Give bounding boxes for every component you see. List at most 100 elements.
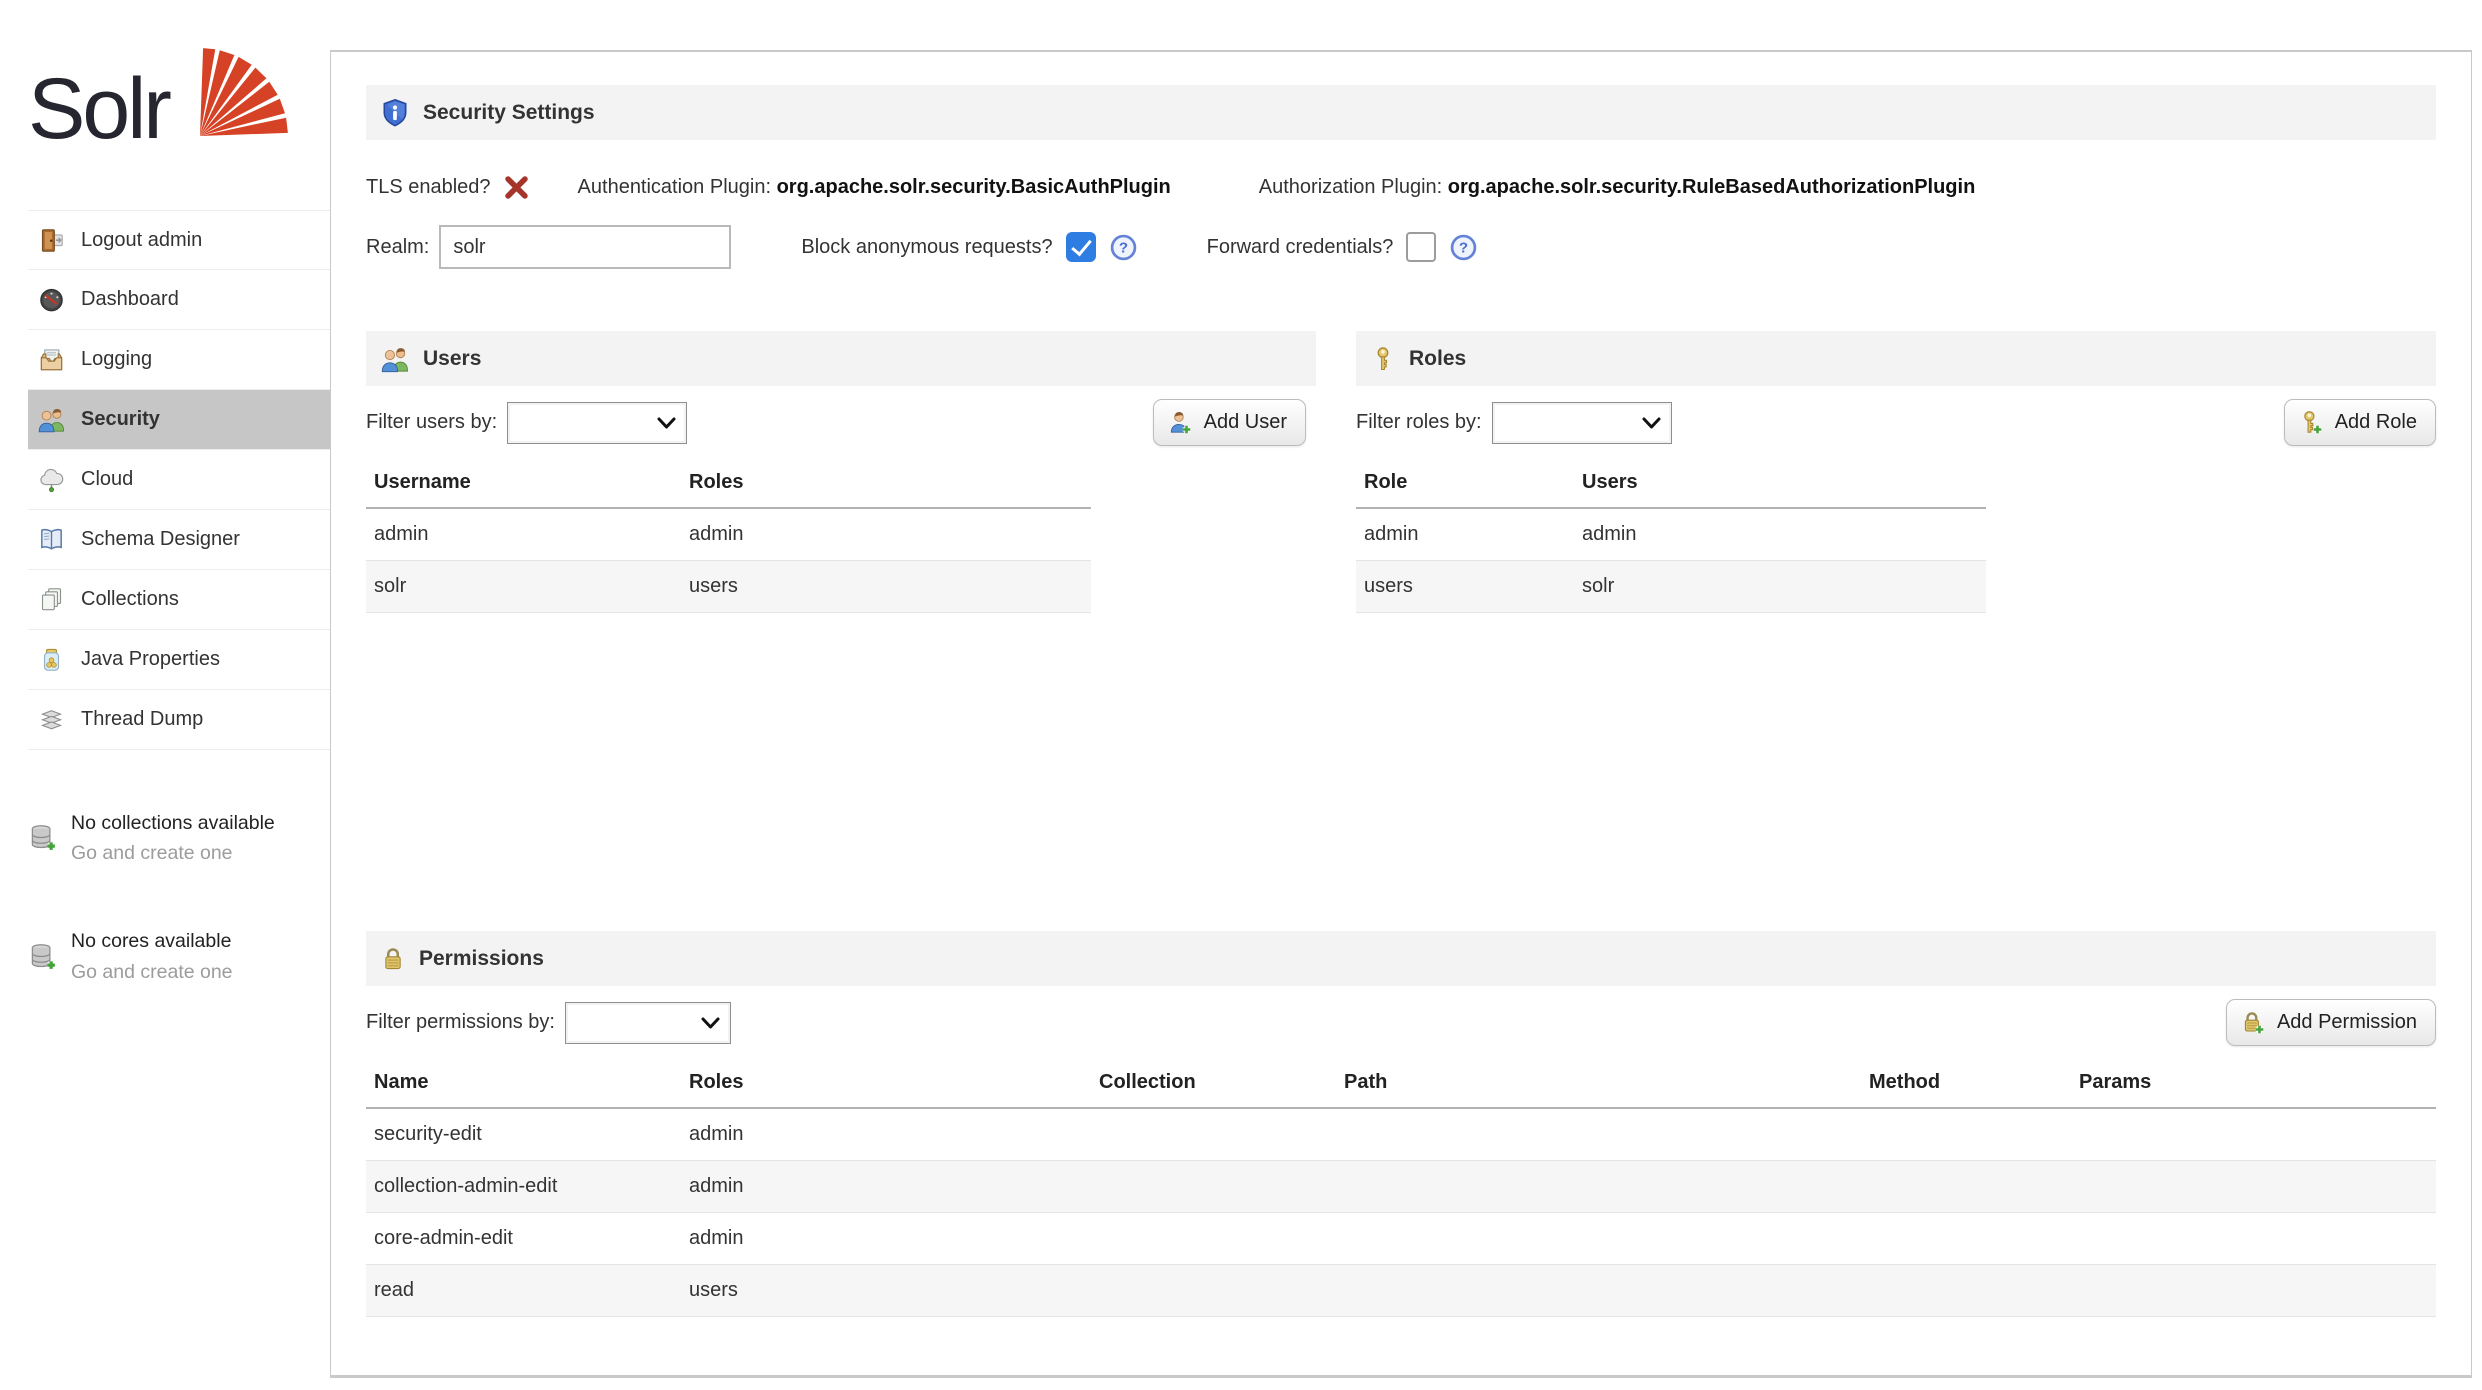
lock-icon: [380, 946, 406, 972]
permissions-table-header-row: Name Roles Collection Path Method Params: [366, 1061, 2436, 1108]
users-panel-title: Users: [423, 347, 481, 371]
table-cell: admin: [681, 1213, 1091, 1265]
sidebar-item-cloud[interactable]: Cloud: [28, 450, 330, 510]
users-filter-select[interactable]: [507, 402, 687, 444]
table-row[interactable]: adminadmin: [366, 508, 1091, 561]
roles-col-role: Role: [1356, 461, 1574, 508]
help-icon[interactable]: [1110, 234, 1137, 261]
perm-col-params: Params: [2071, 1061, 2436, 1108]
block-anonymous-label: Block anonymous requests?: [801, 236, 1052, 259]
key-icon: [1370, 346, 1396, 372]
table-cell: [1091, 1108, 1336, 1161]
authz-plugin: Authorization Plugin: org.apache.solr.se…: [1259, 176, 1976, 199]
create-collection-link[interactable]: Go and create one: [71, 838, 286, 868]
sidebar-item-java-properties[interactable]: Java Properties: [28, 630, 330, 690]
users-icon: [380, 345, 410, 373]
sidebar-item-logging[interactable]: Logging: [28, 330, 330, 390]
table-cell: collection-admin-edit: [366, 1161, 681, 1213]
users-table: Username Roles adminadminsolrusers: [366, 461, 1091, 613]
table-row[interactable]: readusers: [366, 1265, 2436, 1317]
no-collections-notice: No collections available Go and create o…: [28, 808, 330, 868]
perm-col-collection: Collection: [1091, 1061, 1336, 1108]
schema-book-icon: [36, 525, 66, 555]
table-row[interactable]: userssolr: [1356, 561, 1986, 613]
table-cell: [1336, 1265, 1861, 1317]
table-cell: solr: [1574, 561, 1986, 613]
authz-plugin-label: Authorization Plugin:: [1259, 176, 1442, 198]
perm-col-name: Name: [366, 1061, 681, 1108]
block-anonymous-checkbox[interactable]: [1066, 232, 1096, 262]
table-row[interactable]: security-editadmin: [366, 1108, 2436, 1161]
sidebar-item-label: Cloud: [81, 468, 133, 491]
dashboard-icon: [36, 285, 66, 315]
sidebar-item-label: Java Properties: [81, 648, 220, 671]
auth-plugin-value: org.apache.solr.security.BasicAuthPlugin: [777, 176, 1171, 198]
roles-table-header-row: Role Users: [1356, 461, 1986, 508]
users-filter-label: Filter users by:: [366, 411, 497, 434]
permissions-filter-select[interactable]: [565, 1002, 731, 1044]
plugin-info-row: TLS enabled? Authentication Plugin: org.…: [366, 174, 2436, 201]
sidebar: Solr Logout admin Dashboard Logging: [0, 0, 330, 1390]
table-cell: [1091, 1161, 1336, 1213]
roles-panel-header: Roles: [1356, 331, 2436, 386]
table-cell: users: [1356, 561, 1574, 613]
roles-panel-title: Roles: [1409, 347, 1466, 371]
perm-col-path: Path: [1336, 1061, 1861, 1108]
table-cell: users: [681, 561, 1091, 613]
table-cell: [1336, 1108, 1861, 1161]
create-core-link[interactable]: Go and create one: [71, 957, 286, 987]
sidebar-item-security[interactable]: Security: [28, 390, 330, 450]
security-users-icon: [36, 405, 66, 435]
authz-plugin-value: org.apache.solr.security.RuleBasedAuthor…: [1448, 176, 1976, 198]
table-cell: [2071, 1265, 2436, 1317]
permissions-table: Name Roles Collection Path Method Params…: [366, 1061, 2436, 1317]
add-user-button[interactable]: Add User: [1153, 399, 1306, 446]
roles-panel: Roles Filter roles by: Add Role Role Use…: [1356, 331, 2436, 613]
sidebar-item-schema-designer[interactable]: Schema Designer: [28, 510, 330, 570]
main-panel: Security Settings TLS enabled? Authentic…: [330, 50, 2472, 1378]
sidebar-menu: Logout admin Dashboard Logging Security …: [28, 210, 330, 750]
sidebar-item-label: Security: [81, 408, 160, 431]
sidebar-item-label: Logging: [81, 348, 152, 371]
no-cores-text: No cores available: [71, 930, 231, 952]
door-icon: [36, 225, 66, 255]
help-icon[interactable]: [1450, 234, 1477, 261]
realm-input[interactable]: [439, 225, 731, 269]
table-cell: solr: [366, 561, 681, 613]
table-cell: admin: [681, 1161, 1091, 1213]
table-row[interactable]: solrusers: [366, 561, 1091, 613]
auth-plugin: Authentication Plugin: org.apache.solr.s…: [578, 176, 1171, 199]
add-role-icon: [2298, 410, 2324, 436]
roles-filter-label: Filter roles by:: [1356, 411, 1482, 434]
collections-icon: [36, 585, 66, 615]
sidebar-item-logout[interactable]: Logout admin: [28, 210, 330, 270]
table-row[interactable]: collection-admin-editadmin: [366, 1161, 2436, 1213]
table-cell: admin: [681, 1108, 1091, 1161]
add-role-button[interactable]: Add Role: [2284, 399, 2436, 446]
solr-logo[interactable]: Solr: [28, 22, 308, 182]
sidebar-item-thread-dump[interactable]: Thread Dump: [28, 690, 330, 750]
forward-credentials-label: Forward credentials?: [1207, 236, 1394, 259]
permissions-panel-header: Permissions: [366, 931, 2436, 986]
table-cell: admin: [1574, 508, 1986, 561]
sidebar-item-label: Schema Designer: [81, 528, 240, 551]
table-row[interactable]: core-admin-editadmin: [366, 1213, 2436, 1265]
forward-credentials-checkbox[interactable]: [1406, 232, 1436, 262]
permissions-filter-label: Filter permissions by:: [366, 1011, 555, 1034]
sidebar-item-dashboard[interactable]: Dashboard: [28, 270, 330, 330]
add-permission-button[interactable]: Add Permission: [2226, 999, 2436, 1046]
table-cell: admin: [1356, 508, 1574, 561]
chevron-down-icon: [701, 1017, 720, 1029]
users-col-username: Username: [366, 461, 681, 508]
perm-col-roles: Roles: [681, 1061, 1091, 1108]
sidebar-item-label: Dashboard: [81, 288, 179, 311]
users-table-header-row: Username Roles: [366, 461, 1091, 508]
auth-plugin-label: Authentication Plugin:: [578, 176, 771, 198]
table-row[interactable]: adminadmin: [1356, 508, 1986, 561]
table-cell: [2071, 1108, 2436, 1161]
sidebar-item-label: Logout admin: [81, 229, 202, 252]
sidebar-item-collections[interactable]: Collections: [28, 570, 330, 630]
table-cell: [1861, 1108, 2071, 1161]
roles-filter-select[interactable]: [1492, 402, 1672, 444]
table-cell: admin: [366, 508, 681, 561]
